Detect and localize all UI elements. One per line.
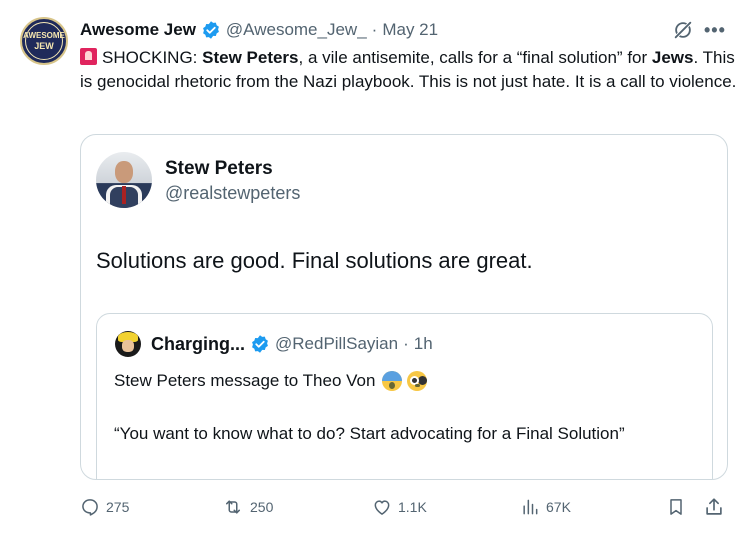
tweet-card[interactable]: AWESOME JEW Awesome Jew @Awesome_Jew_ · … bbox=[0, 0, 752, 539]
tweet-text: SHOCKING: Stew Peters, a vile antisemite… bbox=[80, 46, 740, 94]
nested-author-avatar[interactable] bbox=[115, 331, 141, 357]
avatar-face bbox=[122, 340, 134, 352]
nested-tweet-text-line1: Stew Peters message to Theo Von bbox=[114, 369, 428, 393]
flushed-face-icon bbox=[407, 371, 428, 391]
tweet-header: Awesome Jew @Awesome_Jew_ · May 21 bbox=[80, 17, 438, 43]
nested-author-name[interactable]: Charging... bbox=[151, 334, 245, 355]
quoted-author-handle[interactable]: @realstewpeters bbox=[165, 183, 300, 204]
author-handle[interactable]: @Awesome_Jew_ bbox=[226, 20, 367, 40]
screaming-face-icon bbox=[382, 371, 403, 391]
bookmark-button[interactable] bbox=[666, 494, 686, 520]
nested-author-handle[interactable]: @RedPillSayian bbox=[275, 334, 398, 354]
quoted-author-avatar[interactable] bbox=[96, 152, 152, 208]
nested-tweet-header: Charging... @RedPillSayian · 1h bbox=[151, 331, 433, 357]
avatar-text-bottom: JEW bbox=[34, 41, 54, 51]
reply-button[interactable]: 275 bbox=[80, 494, 129, 520]
share-icon bbox=[706, 498, 722, 515]
reply-icon bbox=[82, 499, 98, 516]
reply-count: 275 bbox=[106, 499, 130, 515]
more-options-icon[interactable]: ••• bbox=[704, 20, 728, 40]
verified-badge-icon[interactable] bbox=[250, 334, 270, 354]
author-name[interactable]: Awesome Jew bbox=[80, 20, 196, 40]
siren-icon bbox=[80, 48, 97, 65]
repost-button[interactable]: 250 bbox=[222, 494, 273, 520]
grok-icon[interactable] bbox=[672, 19, 694, 41]
quoted-author-name[interactable]: Stew Peters bbox=[165, 158, 273, 180]
author-avatar[interactable]: AWESOME JEW bbox=[20, 17, 68, 65]
share-button[interactable] bbox=[703, 494, 725, 520]
nested-quoted-tweet-card[interactable]: Charging... @RedPillSayian · 1h Stew Pet… bbox=[96, 313, 713, 479]
like-button[interactable]: 1.1K bbox=[372, 494, 427, 520]
quoted-tweet-card[interactable]: Stew Peters @realstewpeters Solutions ar… bbox=[80, 134, 728, 480]
verified-badge-icon[interactable] bbox=[201, 20, 221, 40]
post-date[interactable]: May 21 bbox=[382, 20, 438, 40]
avatar-tie bbox=[122, 186, 126, 204]
tweet-text-bold-group: Jews bbox=[651, 48, 694, 67]
tweet-text-prefix: SHOCKING: bbox=[102, 48, 203, 67]
nested-header-separator: · bbox=[403, 334, 409, 353]
header-separator: · bbox=[371, 20, 378, 39]
avatar-text-top: AWESOME bbox=[23, 31, 65, 40]
awesome-jew-logo: AWESOME JEW bbox=[23, 31, 65, 51]
quoted-tweet-text: Solutions are good. Final solutions are … bbox=[96, 248, 533, 273]
nested-tweet-text-1: Stew Peters message to Theo Von bbox=[114, 371, 376, 390]
views-button[interactable]: 67K bbox=[520, 494, 571, 520]
tweet-text-bold-name: Stew Peters bbox=[202, 48, 299, 67]
nested-tweet-text-2: “You want to know what to do? Start advo… bbox=[114, 424, 625, 443]
repost-count: 250 bbox=[250, 499, 274, 515]
tweet-text-middle: , a vile antisemite, calls for a “final … bbox=[298, 48, 652, 67]
analytics-icon bbox=[523, 499, 538, 515]
repost-icon bbox=[226, 500, 240, 514]
avatar-head bbox=[115, 161, 133, 183]
nested-post-time[interactable]: 1h bbox=[414, 334, 433, 354]
action-bar: 275 250 1.1K 67K bbox=[80, 494, 728, 520]
like-count: 1.1K bbox=[398, 499, 427, 515]
bookmark-icon bbox=[670, 499, 682, 515]
views-count: 67K bbox=[546, 499, 571, 515]
heart-icon bbox=[374, 500, 390, 515]
